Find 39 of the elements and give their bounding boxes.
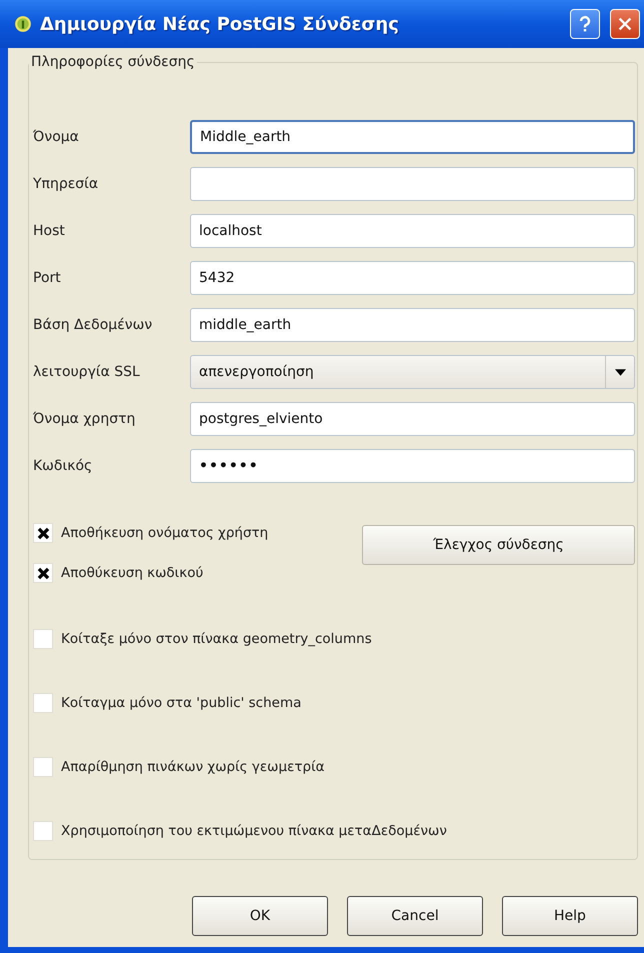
field-label: λειτουργία SSL: [33, 364, 141, 380]
input-field[interactable]: Middle_earth: [190, 120, 635, 154]
checkbox[interactable]: [33, 563, 53, 583]
ssl-mode-dropdown[interactable]: απενεργοποίηση: [190, 355, 635, 389]
checkbox-label: Αποθήκευση ονόματος χρήστη: [61, 525, 268, 541]
help-button[interactable]: [570, 9, 600, 39]
field-label: Όνομα: [33, 129, 80, 145]
input-field[interactable]: 5432: [190, 261, 635, 295]
group-title: Πληροφορίες σύνδεσης: [30, 54, 196, 70]
field-label: Κωδικός: [33, 458, 94, 474]
password-field[interactable]: ••••••: [190, 449, 635, 483]
checkbox-label: Αποθύκευση κωδικού: [61, 565, 204, 581]
dialog-button[interactable]: OK: [192, 896, 328, 936]
checkbox[interactable]: [33, 821, 53, 841]
input-field[interactable]: middle_earth: [190, 308, 635, 342]
checkbox-label: Απαρίθμηση πινάκων χωρίς γεωμετρία: [61, 759, 325, 775]
checkbox[interactable]: [33, 523, 53, 543]
test-connection-button[interactable]: Έλεγχος σύνδεσης: [362, 525, 635, 565]
dialog-button[interactable]: Cancel: [347, 896, 483, 936]
field-label: Host: [33, 223, 66, 239]
input-field[interactable]: postgres_elviento: [190, 402, 635, 436]
checkbox[interactable]: [33, 629, 53, 649]
field-label: Port: [33, 270, 62, 286]
input-field[interactable]: [190, 167, 635, 201]
dialog-button[interactable]: Help: [502, 896, 638, 936]
checkbox[interactable]: [33, 693, 53, 713]
input-field[interactable]: localhost: [190, 214, 635, 248]
field-label: Υπηρεσία: [33, 176, 100, 192]
checkbox-label: Κοίταξε μόνο στον πίνακα geometry_columns: [61, 631, 372, 647]
dropdown-arrow-icon: [614, 368, 626, 376]
field-label: Βάση Δεδομένων: [33, 317, 154, 333]
checkbox-label: Χρησιμοποίηση του εκτιμώμενου πίνακα μεταΔεδομένων: [61, 823, 447, 839]
window-title: Δημιουργία Νέας PostGIS Σύνδεσης: [40, 14, 399, 34]
close-button[interactable]: [610, 9, 640, 39]
checkbox[interactable]: [33, 757, 53, 777]
field-label: Όνομα χρηστη: [33, 411, 136, 427]
close-icon: [616, 15, 634, 33]
app-icon: [14, 15, 32, 33]
checkbox-label: Κοίταγμα μόνο στα 'public' schema: [61, 695, 302, 711]
